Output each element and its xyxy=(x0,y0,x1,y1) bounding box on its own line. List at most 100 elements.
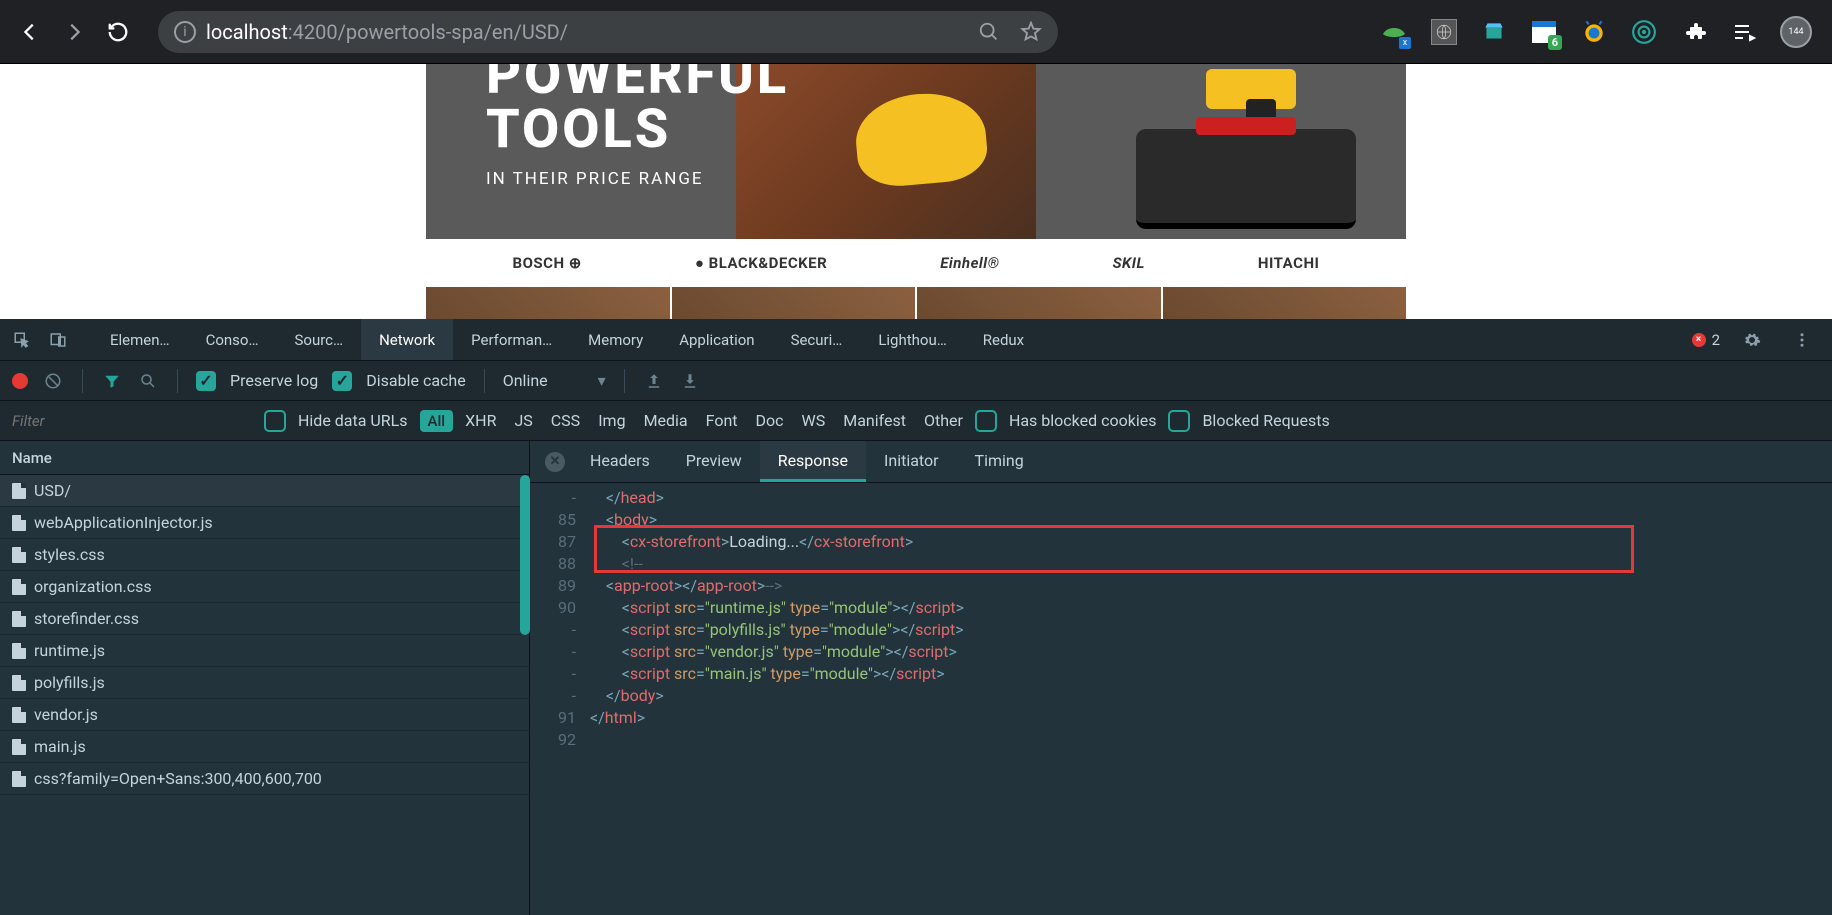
request-row[interactable]: styles.css xyxy=(0,539,529,571)
code-line: - <script src="main.js" type="module"></… xyxy=(530,663,1832,685)
clear-icon[interactable] xyxy=(42,370,64,392)
address-bar[interactable]: i localhost:4200/powertools-spa/en/USD/ xyxy=(158,11,1058,53)
devtools-tab[interactable]: Elemen… xyxy=(92,319,188,360)
file-icon xyxy=(12,707,26,723)
response-code[interactable]: - </head>85 <body>87 <cx-storefront>Load… xyxy=(530,483,1832,915)
devtools-tab[interactable]: Conso… xyxy=(188,319,277,360)
code-line: 91</html> xyxy=(530,707,1832,729)
code-line: 85 <body> xyxy=(530,509,1832,531)
code-line: 88 <!-- xyxy=(530,553,1832,575)
request-row[interactable]: css?family=Open+Sans:300,400,600,700 xyxy=(0,763,529,795)
settings-icon[interactable] xyxy=(1734,331,1770,349)
request-row[interactable]: runtime.js xyxy=(0,635,529,667)
brand-logo[interactable]: HITACHI xyxy=(1258,254,1320,272)
forward-button[interactable] xyxy=(54,12,94,52)
response-tab[interactable]: Initiator xyxy=(866,441,957,482)
filter-type[interactable]: Img xyxy=(598,411,625,430)
device-icon[interactable] xyxy=(40,319,76,360)
playlist-icon[interactable] xyxy=(1730,18,1758,46)
devtools-tab[interactable]: Performan… xyxy=(453,319,570,360)
filter-type[interactable]: Other xyxy=(924,411,963,430)
response-tab[interactable]: Headers xyxy=(572,441,668,482)
devtools-tab[interactable]: Sourc… xyxy=(277,319,362,360)
filter-all[interactable]: All xyxy=(420,410,454,432)
brand-logo[interactable]: Einhell® xyxy=(940,254,999,272)
brand-row: BOSCH ⊕ ● BLACK&DECKER Einhell® SKIL HIT… xyxy=(426,239,1406,287)
request-list-header[interactable]: Name xyxy=(0,441,529,475)
reload-button[interactable] xyxy=(98,12,138,52)
filter-type[interactable]: WS xyxy=(802,411,826,430)
request-row[interactable]: storefinder.css xyxy=(0,603,529,635)
request-list-scrollbar[interactable] xyxy=(520,475,530,635)
profile-avatar[interactable]: 144 xyxy=(1780,16,1812,48)
extension-icons: x 6 144 xyxy=(1380,16,1812,48)
preserve-log-checkbox[interactable]: ✓ xyxy=(196,371,216,391)
devtools-tab[interactable]: Redux xyxy=(965,319,1042,360)
filter-type[interactable]: CSS xyxy=(551,411,580,430)
devtools-tab[interactable]: Securi… xyxy=(773,319,861,360)
devtools-tab[interactable]: Network xyxy=(361,319,453,360)
response-tab[interactable]: Preview xyxy=(668,441,760,482)
file-icon xyxy=(12,611,26,627)
request-list: Name USD/webApplicationInjector.jsstyles… xyxy=(0,441,530,915)
search-icon[interactable] xyxy=(137,370,159,392)
ext-icon-5[interactable] xyxy=(1580,18,1608,46)
preserve-log-label: Preserve log xyxy=(230,371,318,390)
hero-title-2: TOOLS xyxy=(486,103,789,157)
page-viewport: POWERFUL TOOLS IN THEIR PRICE RANGE BOSC… xyxy=(0,64,1832,319)
ext-icon-2[interactable] xyxy=(1430,18,1458,46)
filter-type[interactable]: JS xyxy=(514,411,532,430)
request-row[interactable]: organization.css xyxy=(0,571,529,603)
throttling-select[interactable]: Online▾ xyxy=(503,371,606,390)
request-row[interactable]: vendor.js xyxy=(0,699,529,731)
ext-icon-6[interactable] xyxy=(1630,18,1658,46)
ext-icon-4[interactable]: 6 xyxy=(1530,18,1558,46)
back-button[interactable] xyxy=(10,12,50,52)
filter-type[interactable]: Doc xyxy=(756,411,784,430)
filter-icon[interactable] xyxy=(101,370,123,392)
filter-type[interactable]: XHR xyxy=(465,411,496,430)
ext-icon-3[interactable] xyxy=(1480,18,1508,46)
close-response-icon[interactable]: ✕ xyxy=(538,441,572,482)
filter-type[interactable]: Manifest xyxy=(843,411,906,430)
brand-logo[interactable]: SKIL xyxy=(1113,254,1145,272)
inspect-icon[interactable] xyxy=(4,319,40,360)
code-line: 87 <cx-storefront>Loading...</cx-storefr… xyxy=(530,531,1832,553)
devtools-tab[interactable]: Application xyxy=(661,319,772,360)
blocked-cookies-checkbox[interactable] xyxy=(975,410,997,432)
hide-data-urls-checkbox[interactable] xyxy=(264,410,286,432)
filter-type[interactable]: Media xyxy=(644,411,688,430)
hide-data-urls-label: Hide data URLs xyxy=(298,411,408,430)
filter-type[interactable]: Font xyxy=(706,411,738,430)
disable-cache-checkbox[interactable]: ✓ xyxy=(332,371,352,391)
request-row[interactable]: webApplicationInjector.js xyxy=(0,507,529,539)
upload-icon[interactable] xyxy=(643,370,665,392)
zoom-icon[interactable] xyxy=(978,21,1000,43)
hero-subtitle: IN THEIR PRICE RANGE xyxy=(486,169,789,189)
request-row[interactable]: main.js xyxy=(0,731,529,763)
blocked-cookies-label: Has blocked cookies xyxy=(1009,411,1157,430)
ext-icon-1[interactable]: x xyxy=(1380,18,1408,46)
response-tab[interactable]: Timing xyxy=(957,441,1042,482)
brand-logo[interactable]: BOSCH ⊕ xyxy=(513,254,582,272)
devtools-tab[interactable]: Lighthou… xyxy=(860,319,964,360)
extensions-menu-icon[interactable] xyxy=(1680,18,1708,46)
filter-input[interactable] xyxy=(12,407,252,435)
file-icon xyxy=(12,547,26,563)
response-tabs: ✕ HeadersPreviewResponseInitiatorTiming xyxy=(530,441,1832,483)
download-icon[interactable] xyxy=(679,370,701,392)
blocked-requests-checkbox[interactable] xyxy=(1168,410,1190,432)
devtools-tab[interactable]: Memory xyxy=(570,319,661,360)
request-row[interactable]: USD/ xyxy=(0,475,529,507)
brand-logo[interactable]: ● BLACK&DECKER xyxy=(695,254,827,272)
site-info-icon[interactable]: i xyxy=(174,21,196,43)
code-line: - </head> xyxy=(530,487,1832,509)
file-icon xyxy=(12,675,26,691)
record-button[interactable] xyxy=(12,373,28,389)
response-tab[interactable]: Response xyxy=(760,441,866,482)
bookmark-icon[interactable] xyxy=(1020,21,1042,43)
error-count[interactable]: ×2 xyxy=(1692,331,1720,349)
request-row[interactable]: polyfills.js xyxy=(0,667,529,699)
more-icon[interactable] xyxy=(1784,331,1820,349)
file-icon xyxy=(12,515,26,531)
